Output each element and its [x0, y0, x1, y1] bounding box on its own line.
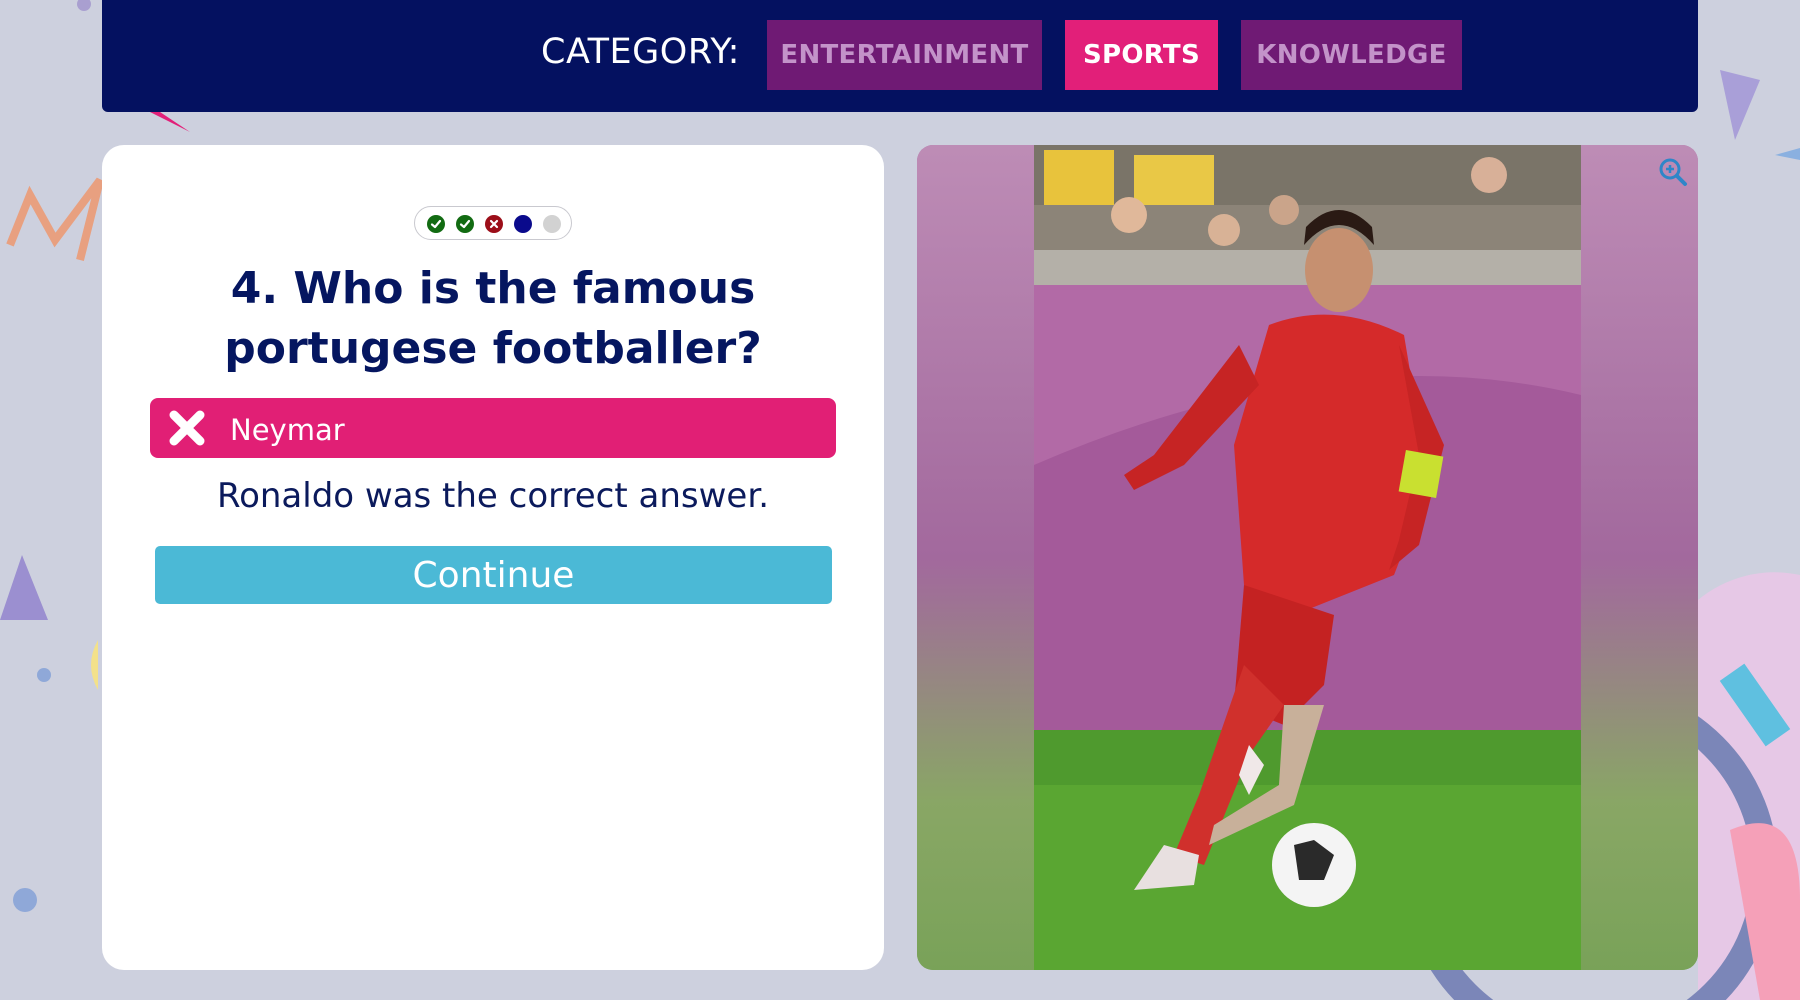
category-knowledge-button[interactable]: KNOWLEDGE — [1241, 20, 1462, 90]
x-icon — [166, 407, 208, 449]
question-image-panel — [917, 145, 1698, 970]
progress-dot-3-wrong — [485, 215, 503, 233]
check-icon — [430, 219, 442, 229]
category-sports-button[interactable]: SPORTS — [1065, 20, 1218, 90]
progress-dot-2-correct — [456, 215, 474, 233]
footballer-image — [1034, 145, 1581, 970]
question-text: 4. Who is the famous portugese footballe… — [224, 263, 762, 374]
category-label: CATEGORY: — [541, 32, 740, 72]
image-blur-left — [917, 145, 1034, 970]
progress-dot-4-current — [514, 215, 532, 233]
progress-dot-5-upcoming — [543, 215, 561, 233]
category-bar: CATEGORY: ENTERTAINMENT SPORTS KNOWLEDGE — [102, 0, 1698, 112]
selected-answer-text: Neymar — [230, 413, 345, 447]
selected-answer-wrong: Neymar — [150, 398, 836, 458]
progress-indicator — [414, 206, 572, 240]
category-entertainment-button[interactable]: ENTERTAINMENT — [767, 20, 1042, 90]
zoom-in-icon[interactable] — [1656, 155, 1690, 189]
progress-dot-1-correct — [427, 215, 445, 233]
feedback-text: Ronaldo was the correct answer. — [216, 476, 770, 516]
image-blur-right — [1581, 145, 1698, 970]
check-icon — [459, 219, 471, 229]
continue-button[interactable]: Continue — [155, 546, 832, 604]
x-icon — [489, 219, 499, 229]
question-card: 4. Who is the famous portugese footballe… — [102, 145, 884, 970]
